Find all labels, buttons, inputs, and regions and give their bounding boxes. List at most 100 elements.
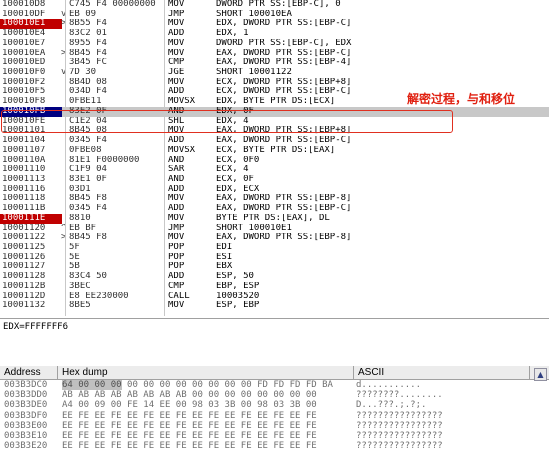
disasm-address: 10001125 bbox=[2, 243, 46, 252]
disasm-row[interactable]: 100010F0 v 7D 30 JGE SHORT 10001122 bbox=[0, 68, 549, 78]
dump-hex: EE FE EE FE EE FE EE FE EE FE EE FE EE F… bbox=[62, 411, 317, 421]
disasm-mnemonic: MOV bbox=[168, 48, 185, 58]
hex-dump-pane[interactable]: Address Hex dump ASCII ▲ 003B3DC0 64 00 0… bbox=[0, 366, 549, 455]
dump-row[interactable]: 003B3DD0 AB AB AB AB AB AB AB AB 00 00 00… bbox=[0, 391, 530, 400]
disassembly-pane[interactable]: 100010D8 C745 F4 00000000 MOV DWORD PTR SS:… bbox=[0, 0, 549, 316]
disasm-address: 100010F5 bbox=[2, 87, 46, 97]
dump-ascii: ???????????????? bbox=[356, 410, 443, 421]
dump-row[interactable]: 003B3E10 EE FE EE FE EE FE EE FE EE FE EE… bbox=[0, 432, 530, 441]
dump-hex-bytes: EE FE EE FE EE FE EE FE EE FE EE FE EE F… bbox=[62, 441, 317, 452]
disasm-hex-bytes: 8B45 F8 bbox=[69, 233, 107, 243]
disasm-hex-bytes: 8B45 F8 bbox=[69, 194, 107, 204]
disasm-row[interactable]: 10001104 0345 F4 ADD EAX, DWORD PTR SS:[EBP… bbox=[0, 136, 549, 146]
disasm-address: 100010DF bbox=[2, 9, 46, 19]
dump-hex: EE FE EE FE EE FE EE FE EE FE EE FE EE F… bbox=[62, 420, 317, 431]
disasm-row[interactable]: 100010EA >8B45 F4 MOV EAX, DWORD PTR SS:[EB… bbox=[0, 49, 549, 59]
dump-header: Address Hex dump ASCII bbox=[0, 366, 549, 380]
disasm-row[interactable]: 100010E4 83C2 01 ADD EDX, 1 bbox=[0, 29, 549, 39]
disasm-mnemonic: CMP bbox=[168, 281, 185, 291]
disasm-hex-bytes: 8810 bbox=[69, 213, 91, 223]
column-header-hex-dump[interactable]: Hex dump bbox=[58, 366, 354, 379]
disasm-hex-bytes: 0345 F4 bbox=[69, 136, 107, 146]
disasm-row[interactable]: 10001118 8B45 F8 MOV EAX, DWORD PTR SS:[EBP… bbox=[0, 194, 549, 204]
disasm-mnemonic: MOV bbox=[168, 233, 185, 243]
column-divider bbox=[65, 0, 66, 316]
disasm-mnemonic: MOV bbox=[168, 301, 185, 311]
disasm-mnemonic: MOV bbox=[168, 19, 185, 29]
dump-ascii: ????????........ bbox=[356, 390, 443, 401]
disasm-row[interactable]: 10001113 83E1 0F AND ECX, 0F bbox=[0, 175, 549, 185]
disasm-operands: EDX, ECX bbox=[216, 184, 260, 194]
column-header-ascii[interactable]: ASCII bbox=[354, 366, 530, 379]
disasm-operands: EAX, DWORD PTR SS:[EBP-4] bbox=[216, 58, 352, 68]
disasm-operands: ESP, EBP bbox=[216, 301, 260, 311]
disasm-row[interactable]: 10001125 5F POP EDI bbox=[0, 243, 549, 253]
disasm-row[interactable]: 10001126 5E POP ESI bbox=[0, 253, 549, 263]
dump-hex-bytes: AB AB AB AB AB AB AB AB 00 00 00 00 00 0… bbox=[62, 390, 317, 401]
dump-hex-bytes: EE FE EE FE EE FE EE FE EE FE EE FE EE F… bbox=[62, 420, 317, 431]
disasm-hex-bytes: 8B4D 08 bbox=[69, 77, 107, 87]
disasm-mnemonic: ADD bbox=[168, 204, 185, 214]
disasm-hex-bytes: 81E1 F0000000 bbox=[69, 155, 140, 165]
disasm-mnemonic: ADD bbox=[168, 272, 185, 282]
disasm-hex-bytes: 8B55 F4 bbox=[69, 19, 107, 29]
dump-hex-bytes: A4 00 09 00 FE 14 EE 00 98 03 3B 00 98 0… bbox=[62, 400, 317, 411]
scroll-up-arrow-icon[interactable]: ▲ bbox=[534, 368, 547, 381]
disasm-mnemonic: AND bbox=[168, 174, 185, 184]
disasm-row[interactable]: 10001120 ^ EB BF JMP SHORT 100010E1 bbox=[0, 224, 549, 234]
disasm-mnemonic: ADD bbox=[168, 87, 185, 97]
disasm-row[interactable]: 1000111B 0345 F4 ADD EAX, DWORD PTR SS:[EBP… bbox=[0, 204, 549, 214]
disasm-row[interactable]: 10001132 8BE5 MOV ESP, EBP bbox=[0, 301, 549, 311]
disasm-row[interactable]: 1000112D E8 EE230000 CALL 10003520 bbox=[0, 292, 549, 302]
disasm-address: 100010ED bbox=[2, 58, 46, 68]
register-info: EDX=FFFFFFF6 bbox=[3, 322, 69, 332]
disasm-mnemonic: ADD bbox=[168, 136, 185, 146]
disasm-row[interactable]: 10001128 83C4 50 ADD ESP, 50 bbox=[0, 272, 549, 282]
disasm-row[interactable]: 10001116 03D1 ADD EDX, ECX bbox=[0, 185, 549, 195]
dump-hex: A4 00 09 00 FE 14 EE 00 98 03 3B 00 98 0… bbox=[62, 401, 317, 410]
disasm-hex-bytes: 83C4 50 bbox=[69, 272, 107, 282]
disasm-row[interactable]: 10001127 5B POP EBX bbox=[0, 262, 549, 272]
disasm-row[interactable]: 10001110 C1F9 04 SAR ECX, 4 bbox=[0, 165, 549, 175]
disasm-hex-bytes: EB BF bbox=[69, 223, 97, 233]
dump-row[interactable]: 003B3E00 EE FE EE FE EE FE EE FE EE FE EE… bbox=[0, 420, 530, 431]
disasm-mnemonic: ADD bbox=[168, 184, 185, 194]
disasm-mnemonic: MOV bbox=[168, 194, 185, 204]
disasm-hex-bytes: 0FBE11 bbox=[69, 97, 102, 107]
disasm-row[interactable]: 1000110A 81E1 F0000000 AND ECX, 0F0 bbox=[0, 156, 549, 166]
disasm-address: 1000112B bbox=[2, 281, 46, 291]
disasm-row[interactable]: 100010E7 8955 F4 MOV DWORD PTR SS:[EBP-C], … bbox=[0, 39, 549, 49]
dump-row[interactable]: 003B3DC0 64 00 00 00 00 00 00 00 00 00 00… bbox=[0, 380, 530, 390]
dump-hex-selected: 64 00 00 00 bbox=[62, 380, 122, 390]
disasm-row[interactable]: 10001107 0FBE08 MOVSX ECX, BYTE PTR DS:[EAX… bbox=[0, 146, 549, 156]
dump-row[interactable]: 003B3DF0 EE FE EE FE EE FE EE FE EE FE EE… bbox=[0, 410, 530, 421]
disasm-hex-bytes: E8 EE230000 bbox=[69, 291, 129, 301]
disasm-row[interactable]: 100010DF v EB 09 JMP SHORT 100010EA bbox=[0, 10, 549, 20]
disasm-operands: EDX, 1 bbox=[216, 29, 249, 39]
disasm-row[interactable]: 100010D8 C745 F4 00000000 MOV DWORD PTR SS:… bbox=[0, 0, 549, 10]
disasm-hex-bytes: 0FBE08 bbox=[69, 145, 102, 155]
disasm-operands: ECX, DWORD PTR SS:[EBP+8] bbox=[216, 77, 352, 87]
column-header-address[interactable]: Address bbox=[0, 366, 58, 379]
disasm-mnemonic: MOV bbox=[168, 213, 185, 223]
disasm-row[interactable]: 1000112B 3BEC CMP EBP, ESP bbox=[0, 282, 549, 292]
dump-ascii: d........... bbox=[356, 380, 422, 390]
disasm-mnemonic: MOV bbox=[168, 38, 185, 48]
dump-row[interactable]: 003B3E20 EE FE EE FE EE FE EE FE EE FE EE… bbox=[0, 442, 530, 451]
disasm-hex-bytes: 8BE5 bbox=[69, 301, 91, 311]
disasm-row[interactable]: 10001122 >8B45 F8 MOV EAX, DWORD PTR SS:[EB… bbox=[0, 233, 549, 243]
disasm-operands: BYTE PTR DS:[EAX], DL bbox=[216, 213, 330, 223]
disasm-address: 10001116 bbox=[2, 184, 46, 194]
dump-row[interactable]: 003B3DE0 A4 00 09 00 FE 14 EE 00 98 03 3B… bbox=[0, 401, 530, 410]
dump-address: 003B3E10 bbox=[4, 431, 48, 441]
disasm-hex-bytes: C745 F4 00000000 bbox=[69, 0, 156, 9]
disasm-row[interactable]: 100010ED 3B45 FC CMP EAX, DWORD PTR SS:[EBP… bbox=[0, 58, 549, 68]
disasm-row[interactable]: 100010E1 >8B55 F4 MOV EDX, DWORD PTR SS:[EB… bbox=[0, 19, 549, 30]
disasm-hex-bytes: 0345 F4 bbox=[69, 204, 107, 214]
disasm-row[interactable]: 1000111E 8810 MOV BYTE PTR DS:[EAX], DL bbox=[0, 213, 549, 224]
info-pane: EDX=FFFFFFF6 bbox=[0, 318, 549, 368]
disasm-row[interactable]: 100010F2 8B4D 08 MOV ECX, DWORD PTR SS:[EBP… bbox=[0, 78, 549, 88]
disasm-operands: ECX, 4 bbox=[216, 165, 249, 175]
dump-hex-bytes: 00 00 00 00 00 00 00 00 FD FD FD FD BA bbox=[121, 380, 333, 390]
disasm-mnemonic: JMP bbox=[168, 9, 185, 19]
